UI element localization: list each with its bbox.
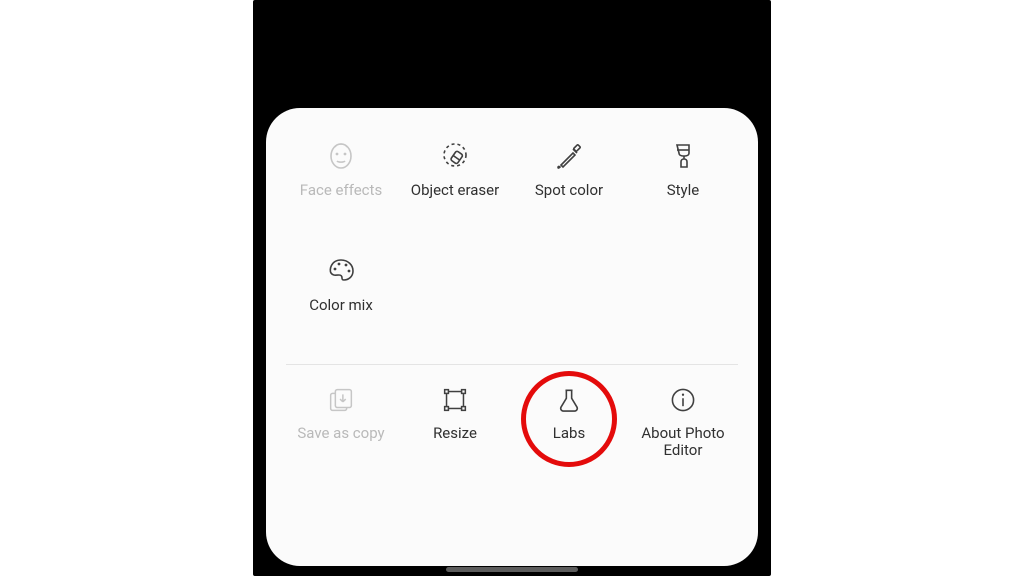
color-mix-icon xyxy=(324,255,358,289)
tool-label: Spot color xyxy=(535,182,603,199)
menu-label: Labs xyxy=(553,425,585,442)
menu-label: Resize xyxy=(433,425,477,442)
spot-color-icon xyxy=(552,140,586,174)
face-effects-icon xyxy=(324,140,358,174)
phone-frame: Face effects Object eraser xyxy=(253,0,771,576)
gesture-handle[interactable] xyxy=(446,567,578,572)
tool-label: Face effects xyxy=(300,182,382,199)
menu-about-photo-editor[interactable]: About Photo Editor xyxy=(626,369,740,487)
tool-label: Object eraser xyxy=(411,182,499,199)
labs-icon xyxy=(552,383,586,417)
object-eraser-icon xyxy=(438,140,472,174)
tool-label: Style xyxy=(667,182,700,199)
bottom-menu: Save as copy Resize xyxy=(284,369,740,487)
resize-icon xyxy=(438,383,472,417)
save-as-copy-icon xyxy=(324,383,358,417)
tool-grid: Face effects Object eraser xyxy=(284,126,740,356)
info-icon xyxy=(666,383,700,417)
menu-label: About Photo Editor xyxy=(626,425,740,460)
menu-labs[interactable]: Labs xyxy=(512,369,626,487)
tool-style[interactable]: Style xyxy=(626,126,740,241)
tool-color-mix[interactable]: Color mix xyxy=(284,241,398,356)
tool-label: Color mix xyxy=(309,297,373,314)
tool-spot-color[interactable]: Spot color xyxy=(512,126,626,241)
style-icon xyxy=(666,140,700,174)
divider xyxy=(286,364,738,365)
menu-label: Save as copy xyxy=(297,425,384,442)
editor-options-sheet: Face effects Object eraser xyxy=(266,108,758,566)
menu-save-as-copy: Save as copy xyxy=(284,369,398,487)
tool-face-effects: Face effects xyxy=(284,126,398,241)
tool-object-eraser[interactable]: Object eraser xyxy=(398,126,512,241)
menu-resize[interactable]: Resize xyxy=(398,369,512,487)
